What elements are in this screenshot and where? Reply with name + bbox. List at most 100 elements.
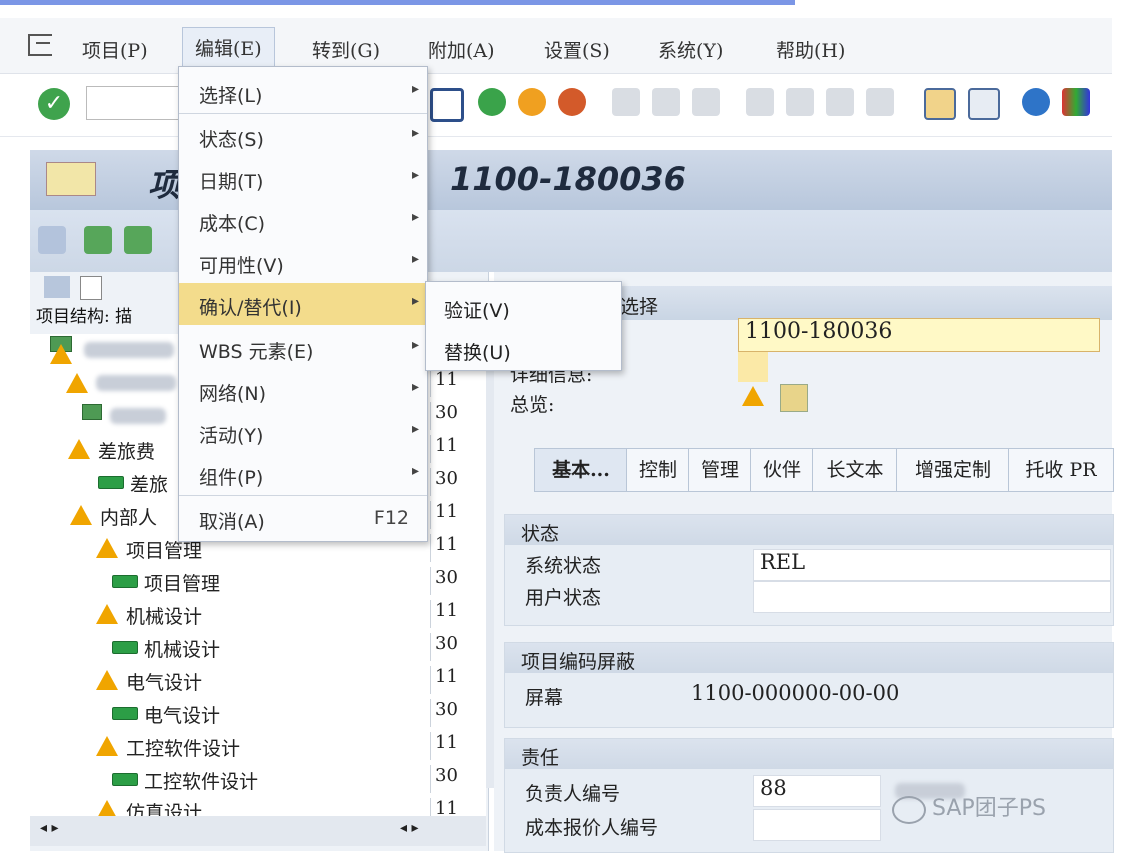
menu-item-dates[interactable]: 日期(T) ▸ xyxy=(179,157,427,199)
owner-label: 负责人编号 xyxy=(525,783,621,805)
tab-control[interactable]: 控制 xyxy=(626,448,690,492)
structure-icon[interactable] xyxy=(124,226,152,254)
tree-label: 工控软件设计 xyxy=(126,738,241,760)
project-builder-icon[interactable] xyxy=(46,162,96,196)
cost-person-label: 成本报价人编号 xyxy=(525,817,659,839)
display-change-icon[interactable] xyxy=(38,226,66,254)
cancel-icon[interactable] xyxy=(558,88,586,116)
tree-label: 差旅费 xyxy=(98,441,156,463)
cost-person-field[interactable] xyxy=(753,809,881,841)
command-field[interactable] xyxy=(86,86,180,120)
tree-row[interactable]: 项目管理 30 xyxy=(30,565,486,599)
tree-row[interactable]: 机械设计 30 xyxy=(30,631,486,665)
wechat-icon xyxy=(892,796,926,824)
tree-status-number: 30 xyxy=(430,468,477,496)
tree-row[interactable]: 工控软件设计 30 xyxy=(30,763,486,797)
help-icon[interactable] xyxy=(1022,88,1050,116)
screen-value: 1100-000000-00-00 xyxy=(691,681,900,705)
validation-submenu: 验证(V) 替换(U) xyxy=(425,281,622,371)
tab-administration[interactable]: 管理 xyxy=(688,448,752,492)
menu-goto[interactable]: 转到(G) xyxy=(312,36,380,63)
tree-row[interactable]: 电气设计 11 xyxy=(30,664,486,698)
tree-label: 差旅 xyxy=(130,474,169,496)
menu-item-activity[interactable]: 活动(Y) ▸ xyxy=(179,411,427,453)
submenu-arrow-icon: ▸ xyxy=(411,463,419,479)
menu-item-validation-substitution[interactable]: 确认/替代(I) ▸ xyxy=(179,283,427,325)
last-page-icon[interactable] xyxy=(866,88,894,116)
print-icon[interactable] xyxy=(612,88,640,116)
tree-status-number: 11 xyxy=(430,435,477,463)
tree-status-number: 30 xyxy=(430,402,477,430)
user-status-field[interactable] xyxy=(753,581,1111,613)
find-icon[interactable] xyxy=(652,88,680,116)
detail-status-icon xyxy=(738,352,768,382)
tree-row[interactable]: 电气设计 30 xyxy=(30,697,486,731)
exit-icon[interactable] xyxy=(518,88,546,116)
tree-row[interactable]: 机械设计 11 xyxy=(30,598,486,632)
menu-item-cancel[interactable]: 取消(A) F12 xyxy=(179,497,427,539)
previous-page-icon[interactable] xyxy=(786,88,814,116)
tab-partner[interactable]: 伙伴 xyxy=(750,448,814,492)
menu-help[interactable]: 帮助(H) xyxy=(776,36,845,63)
document-icon[interactable] xyxy=(80,276,102,300)
back-icon[interactable] xyxy=(478,88,506,116)
tree-row[interactable]: 仿真设计 11 xyxy=(30,796,486,817)
find-next-icon[interactable] xyxy=(692,88,720,116)
menu-item-substitute[interactable]: 替换(U) xyxy=(426,328,621,370)
responsibility-group-header: 责任 xyxy=(505,739,1113,769)
menu-item-network[interactable]: 网络(N) ▸ xyxy=(179,369,427,411)
standard-toolbar: ✓ xyxy=(0,74,1112,137)
create-session-icon[interactable] xyxy=(924,88,956,120)
tree-label: 仿真设计 xyxy=(126,802,203,817)
scroll-right-icon[interactable]: ◂ ▸ xyxy=(400,820,419,836)
shortcut-icon[interactable] xyxy=(968,88,1000,120)
save-icon[interactable] xyxy=(430,88,464,122)
menu-edit[interactable]: 编辑(E) xyxy=(182,27,275,68)
project-definition-field[interactable]: 1100-180036 xyxy=(738,318,1100,352)
tree-label: 机械设计 xyxy=(126,606,203,628)
menu-item-component[interactable]: 组件(P) ▸ xyxy=(179,453,427,495)
folder-icon[interactable] xyxy=(44,276,70,298)
menu-item-status[interactable]: 状态(S) ▸ xyxy=(179,115,427,157)
tree-label: 电气设计 xyxy=(126,672,203,694)
next-page-icon[interactable] xyxy=(826,88,854,116)
owner-field[interactable]: 88 xyxy=(753,775,881,807)
tab-basic[interactable]: 基本... xyxy=(534,448,628,492)
menu-item-validate[interactable]: 验证(V) xyxy=(426,286,621,328)
tree-label: 工控软件设计 xyxy=(144,771,259,793)
watermark-text: SAP团子PS xyxy=(932,796,1046,821)
tree-status-number: 30 xyxy=(430,567,477,595)
edit-menu-dropdown: 选择(L) ▸ 状态(S) ▸ 日期(T) ▸ 成本(C) ▸ 可用性(V) ▸ 确认/替… xyxy=(178,66,428,542)
tab-collection[interactable]: 托收 PR xyxy=(1008,448,1114,492)
tree-row[interactable]: 工控软件设计 11 xyxy=(30,730,486,764)
menu-item-wbs-element[interactable]: WBS 元素(E) ▸ xyxy=(179,327,427,369)
menu-extras[interactable]: 附加(A) xyxy=(428,36,495,63)
scroll-left-icon[interactable]: ◂ ▸ xyxy=(40,820,59,836)
horizontal-scrollbar[interactable]: ◂ ▸ ◂ ▸ xyxy=(30,816,486,846)
tab-long-text[interactable]: 长文本 xyxy=(812,448,898,492)
submenu-arrow-icon: ▸ xyxy=(411,125,419,141)
layout-icon[interactable] xyxy=(1062,88,1090,116)
tree-status-number: 11 xyxy=(430,798,477,816)
menu-toggle-icon[interactable] xyxy=(28,34,52,56)
menu-item-select[interactable]: 选择(L) ▸ xyxy=(179,71,427,113)
warning-triangle-icon xyxy=(96,604,118,624)
tree-status-number: 30 xyxy=(430,699,477,727)
tree-status-number: 11 xyxy=(430,501,477,529)
selection-title: 选择 xyxy=(620,296,659,318)
tab-enhancement[interactable]: 增强定制 xyxy=(896,448,1010,492)
menu-item-costs[interactable]: 成本(C) ▸ xyxy=(179,199,427,241)
hierarchy-icon[interactable] xyxy=(84,226,112,254)
menu-project[interactable]: 项目(P) xyxy=(82,36,148,63)
menu-bar: 项目(P) 编辑(E) 转到(G) 附加(A) 设置(S) 系统(Y) 帮助(H… xyxy=(0,18,1112,74)
menu-settings[interactable]: 设置(S) xyxy=(544,36,610,63)
warning-triangle-icon xyxy=(742,386,764,406)
menu-item-availability[interactable]: 可用性(V) ▸ xyxy=(179,241,427,283)
first-page-icon[interactable] xyxy=(746,88,774,116)
tree-label: 项目管理 xyxy=(144,573,221,595)
warning-triangle-icon xyxy=(96,800,118,816)
submenu-arrow-icon: ▸ xyxy=(411,167,419,183)
enter-check-icon[interactable]: ✓ xyxy=(38,88,70,120)
submenu-arrow-icon: ▸ xyxy=(411,337,419,353)
menu-system[interactable]: 系统(Y) xyxy=(658,36,723,63)
